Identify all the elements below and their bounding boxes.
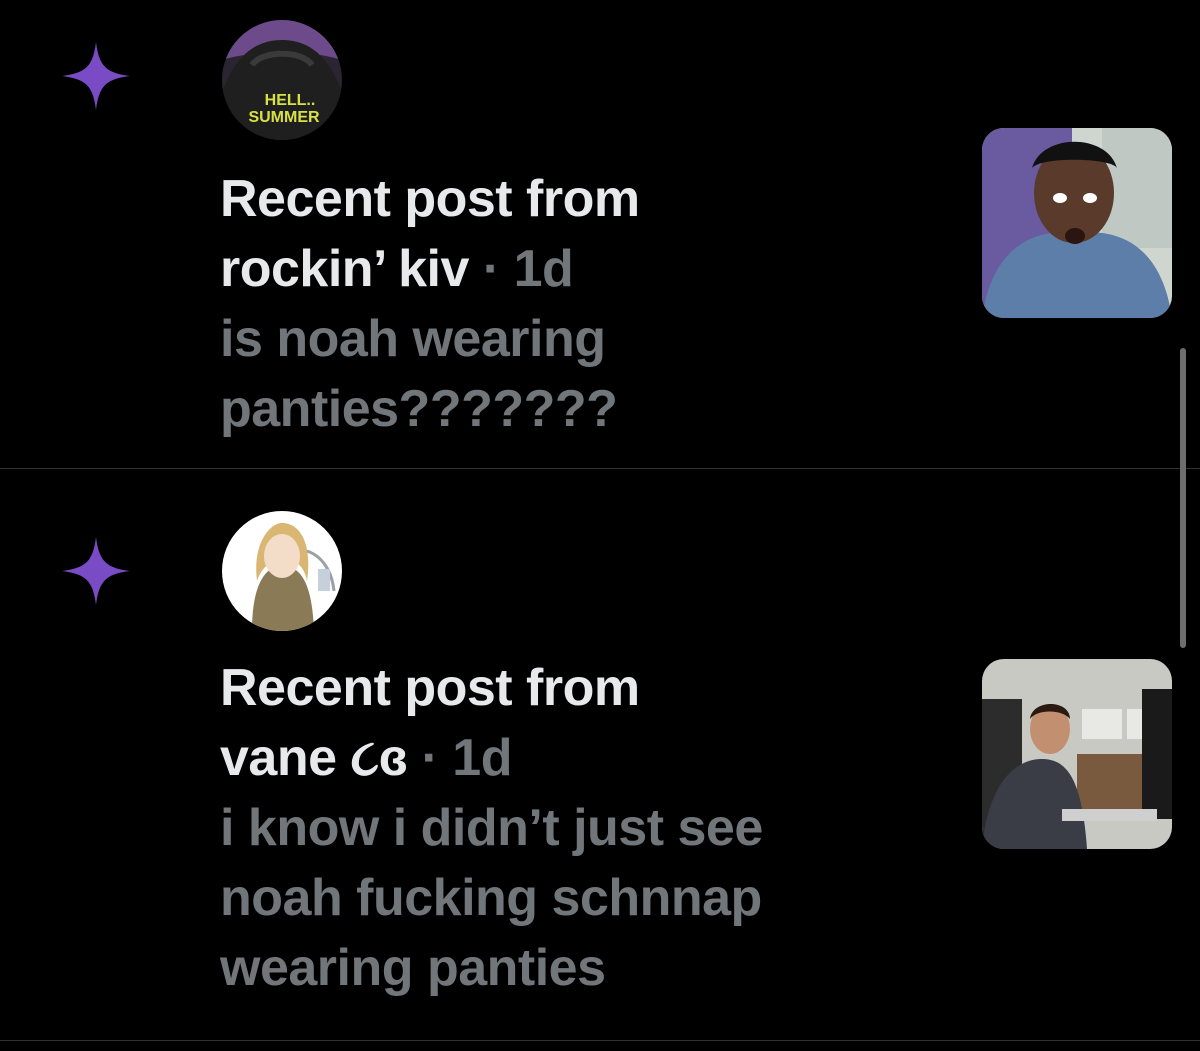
author-name[interactable]: vane xyxy=(220,729,337,787)
divider xyxy=(0,1040,1200,1041)
timestamp: · 1d xyxy=(482,240,574,298)
scrollbar[interactable] xyxy=(1180,348,1186,648)
post-text-line: panties??????? xyxy=(220,380,618,438)
post-text-line: wearing panties xyxy=(220,939,606,997)
sparkle-icon xyxy=(62,42,130,110)
notification-text: Recent post from vane ૮ɞ · 1d i know i d… xyxy=(220,653,920,1003)
avatar-text-1: HELL.. xyxy=(265,92,316,109)
author-name[interactable]: rockin’ kiv xyxy=(220,240,469,298)
post-thumbnail[interactable] xyxy=(982,128,1172,318)
notification-heading: Recent post from xyxy=(220,170,640,228)
notification-item[interactable]: HELL.. SUMMER Recent post from rockin’ k… xyxy=(0,0,1200,468)
avatar[interactable]: HELL.. SUMMER xyxy=(222,20,342,140)
post-text-line: i know i didn’t just see xyxy=(220,799,763,857)
notification-text: Recent post from rockin’ kiv · 1d is noa… xyxy=(220,164,920,444)
avatar[interactable] xyxy=(222,511,342,631)
notification-item[interactable]: Recent post from vane ૮ɞ · 1d i know i d… xyxy=(0,469,1200,1041)
post-text-line: is noah wearing xyxy=(220,310,606,368)
avatar-text-2: SUMMER xyxy=(248,109,320,126)
author-emoji: ૮ɞ xyxy=(350,729,408,787)
notification-heading: Recent post from xyxy=(220,659,640,717)
timestamp: · 1d xyxy=(421,729,513,787)
sparkle-icon xyxy=(62,537,130,605)
post-thumbnail[interactable] xyxy=(982,659,1172,849)
post-text-line: noah fucking schnnap xyxy=(220,869,762,927)
